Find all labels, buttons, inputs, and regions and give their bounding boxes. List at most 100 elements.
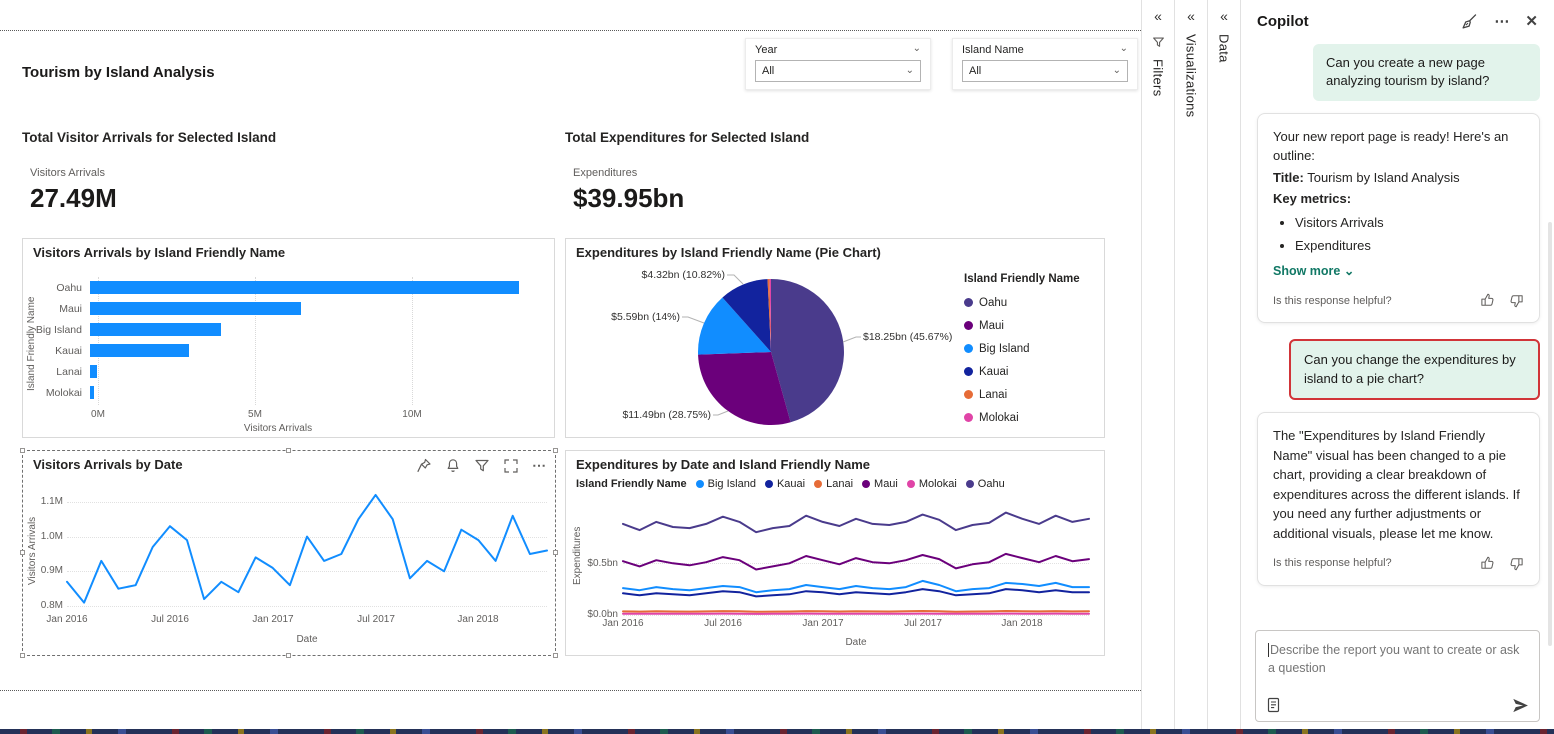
data-pane-collapsed[interactable]: « Data <box>1207 0 1240 734</box>
bar-row: Kauai <box>33 340 538 361</box>
legend-item[interactable]: Kauai <box>765 478 805 490</box>
chevron-down-icon: ⌄ <box>906 66 914 76</box>
series-line-oahu[interactable] <box>623 513 1089 533</box>
series-line-maui[interactable] <box>623 554 1089 570</box>
prompt-guide-icon[interactable] <box>1266 697 1281 713</box>
thumbs-down-icon[interactable] <box>1509 556 1524 571</box>
category-label: Maui <box>33 303 90 315</box>
scrollbar[interactable] <box>1548 222 1552 646</box>
focus-mode-icon[interactable] <box>503 458 519 474</box>
page-title: Tourism by Island Analysis <box>22 64 215 81</box>
series-line-lanai[interactable] <box>623 611 1089 612</box>
resize-handle[interactable] <box>20 550 25 555</box>
pin-icon[interactable] <box>416 458 432 474</box>
bar[interactable] <box>90 344 189 357</box>
chevron-down-icon[interactable]: ⌄ <box>1120 44 1128 56</box>
resize-handle[interactable] <box>286 653 291 658</box>
legend-item[interactable]: Maui <box>862 478 898 490</box>
expand-pane-icon[interactable]: « <box>1175 0 1207 24</box>
resize-handle[interactable] <box>20 653 25 658</box>
legend-item[interactable]: Molokai <box>964 406 1080 429</box>
legend-dot <box>696 480 704 488</box>
pie[interactable] <box>696 277 846 427</box>
expand-pane-icon[interactable]: « <box>1142 0 1174 24</box>
visitors-arrivals-line[interactable] <box>67 495 547 603</box>
close-icon[interactable]: ✕ <box>1525 14 1538 29</box>
bar[interactable] <box>90 365 97 378</box>
bottom-edge-strip <box>0 729 1554 734</box>
legend-dot <box>765 480 773 488</box>
more-options-icon[interactable]: ⋯ <box>532 457 547 474</box>
alert-icon[interactable] <box>445 458 461 474</box>
legend-item[interactable]: Big Island <box>696 478 756 490</box>
y-tick: 0.9M <box>31 565 63 576</box>
legend-item[interactable]: Molokai <box>907 478 957 490</box>
legend-item[interactable]: Oahu <box>964 291 1080 314</box>
filters-pane-collapsed[interactable]: « Filters <box>1141 0 1174 734</box>
x-tick: Jan 2018 <box>1001 618 1042 629</box>
x-tick: Jul 2017 <box>357 614 395 625</box>
chevron-down-icon: ⌄ <box>1344 264 1354 278</box>
user-message: Can you create a new page analyzing tour… <box>1313 44 1540 101</box>
bar[interactable] <box>90 281 519 294</box>
send-icon[interactable] <box>1512 698 1529 713</box>
category-label: Oahu <box>33 282 90 294</box>
line-chart-visual-selected[interactable]: Visitors Arrivals by Date ⋯ Visitors Arr… <box>22 450 556 656</box>
expand-pane-icon[interactable]: « <box>1208 0 1240 24</box>
legend-item[interactable]: Maui <box>964 314 1080 337</box>
legend-item[interactable]: Oahu <box>966 478 1005 490</box>
pie-legend: Island Friendly Name Oahu Maui Big Islan… <box>964 273 1080 429</box>
clear-chat-icon[interactable] <box>1461 13 1478 30</box>
legend-dot <box>964 390 973 399</box>
kpi-value: 27.49M <box>30 183 542 214</box>
resize-handle[interactable] <box>20 448 25 453</box>
category-label: Molokai <box>33 387 90 399</box>
legend-label: Lanai <box>979 389 1007 401</box>
slicer-island-dropdown[interactable]: All ⌄ <box>962 60 1128 82</box>
legend-item[interactable]: Lanai <box>964 383 1080 406</box>
input-placeholder: Describe the report you want to create o… <box>1268 643 1519 675</box>
legend-dot <box>964 413 973 422</box>
copilot-prompt-input[interactable]: Describe the report you want to create o… <box>1255 630 1540 722</box>
legend-item[interactable]: Big Island <box>964 337 1080 360</box>
legend-item[interactable]: Kauai <box>964 360 1080 383</box>
slicer-year-dropdown[interactable]: All ⌄ <box>755 60 921 82</box>
x-tick: Jan 2016 <box>602 618 643 629</box>
kpi-visitor-arrivals[interactable]: Total Visitor Arrivals for Selected Isla… <box>22 130 542 214</box>
pie-data-label: $11.49bn (28.75%) <box>571 409 711 421</box>
bar-plot: Oahu Maui Big Island Kauai Lanai Molokai <box>33 277 538 403</box>
resize-handle[interactable] <box>553 653 558 658</box>
legend-item[interactable]: Lanai <box>814 478 853 490</box>
bar-chart-visual[interactable]: Visitors Arrivals by Island Friendly Nam… <box>22 238 555 438</box>
visual-title: Visitors Arrivals by Date <box>33 457 183 472</box>
kpi-expenditures[interactable]: Total Expenditures for Selected Island E… <box>565 130 1085 214</box>
thumbs-up-icon[interactable] <box>1480 556 1495 571</box>
show-more-link[interactable]: Show more ⌄ <box>1273 262 1524 281</box>
y-tick: $0.5bn <box>578 558 618 569</box>
response-bullet-list: Visitors Arrivals Expenditures <box>1295 213 1524 256</box>
slicer-year-value: All <box>762 65 774 77</box>
response-title-value: Tourism by Island Analysis <box>1307 170 1459 185</box>
response-text: The "Expenditures by Island Friendly Nam… <box>1273 426 1524 543</box>
thumbs-up-icon[interactable] <box>1480 293 1495 308</box>
bar[interactable] <box>90 386 94 399</box>
resize-handle[interactable] <box>553 448 558 453</box>
x-tick: Jul 2016 <box>151 614 189 625</box>
bar[interactable] <box>90 323 221 336</box>
filter-icon[interactable] <box>474 458 490 474</box>
x-tick: Jul 2017 <box>904 618 942 629</box>
chevron-down-icon[interactable]: ⌄ <box>913 44 921 56</box>
bar[interactable] <box>90 302 301 315</box>
slicer-island-name[interactable]: Island Name ⌄ All ⌄ <box>952 38 1138 90</box>
more-options-icon[interactable]: ⋯ <box>1494 14 1509 29</box>
legend-label: Maui <box>874 478 898 490</box>
slicer-year[interactable]: Year ⌄ All ⌄ <box>745 38 931 90</box>
resize-handle[interactable] <box>286 448 291 453</box>
legend-label: Maui <box>979 320 1004 332</box>
pie-chart-visual[interactable]: Expenditures by Island Friendly Name (Pi… <box>565 238 1105 438</box>
visualizations-pane-collapsed[interactable]: « Visualizations <box>1174 0 1207 734</box>
thumbs-down-icon[interactable] <box>1509 293 1524 308</box>
resize-handle[interactable] <box>553 550 558 555</box>
multiline-chart-visual[interactable]: Expenditures by Date and Island Friendly… <box>565 450 1105 656</box>
pie-data-label: $18.25bn (45.67%) <box>863 331 952 343</box>
